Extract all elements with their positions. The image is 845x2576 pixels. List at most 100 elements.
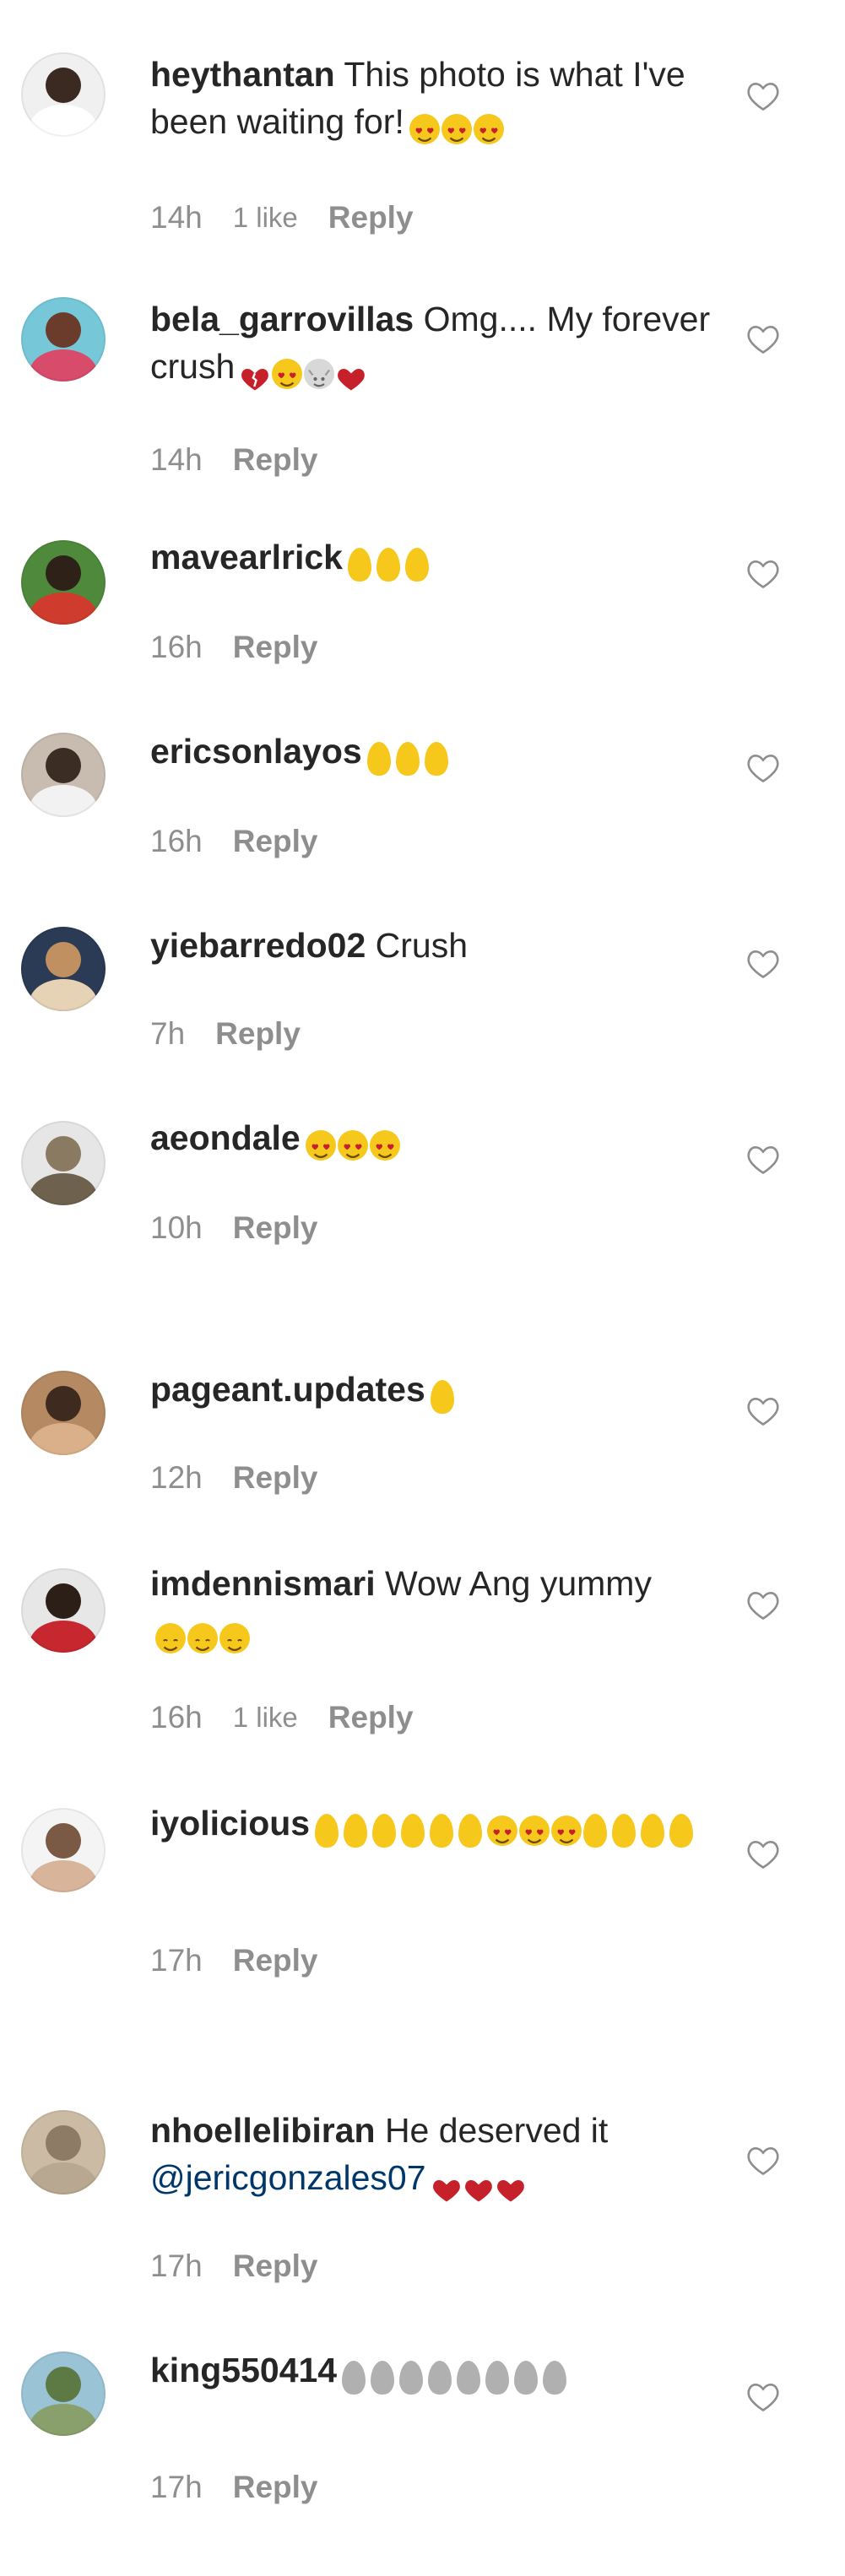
woman-portrait-avatar[interactable]: [21, 1371, 106, 1455]
yellow-hand-emoji: [583, 1814, 608, 1848]
woman-portrait-avatar[interactable]: [21, 1808, 106, 1892]
comment-username[interactable]: imdennismari: [150, 1564, 376, 1603]
heart-eyes-emoji: [551, 1816, 582, 1847]
gray-hand-emoji: [428, 2361, 452, 2395]
comment-username[interactable]: bela_garrovillas: [150, 300, 414, 338]
gray-hand-emoji: [457, 2361, 481, 2395]
heart-eyes-emoji: [519, 1816, 550, 1847]
heart-eyes-emoji: [473, 114, 504, 145]
heart-outline-icon: [747, 1397, 779, 1426]
heart-eyes-emoji: [409, 114, 440, 145]
smiling-cat-emoji: [304, 359, 335, 390]
red-heart-emoji: [431, 2170, 462, 2202]
like-heart-button[interactable]: [743, 750, 783, 787]
eiffel-tower-avatar[interactable]: [21, 1121, 106, 1205]
comment-timestamp: 16h: [150, 1700, 203, 1734]
comment-text: aeondale: [150, 1114, 724, 1166]
yellow-hand-emoji: [347, 548, 371, 582]
comment-meta: 16h Reply: [150, 820, 318, 863]
yellow-hand-emoji: [376, 548, 400, 582]
like-heart-button[interactable]: [743, 2142, 783, 2179]
comment-body: Crush: [375, 926, 469, 965]
like-heart-button[interactable]: [743, 555, 783, 593]
heart-eyes-emoji: [369, 1130, 400, 1161]
comment-timestamp: 16h: [150, 630, 203, 664]
heart-outline-icon: [747, 950, 779, 979]
comment-timestamp: 14h: [150, 442, 203, 477]
heart-outline-icon: [747, 2146, 779, 2176]
reply-button[interactable]: Reply: [328, 1697, 414, 1739]
reply-button[interactable]: Reply: [233, 626, 318, 668]
smiling-face-emoji: [219, 1623, 250, 1654]
reply-button[interactable]: Reply: [233, 439, 318, 481]
comment-username[interactable]: ericsonlayos: [150, 732, 362, 771]
heart-eyes-emoji: [305, 1130, 336, 1161]
comment-mention-link[interactable]: @jericgonzales07: [150, 2158, 426, 2197]
comment-like-count[interactable]: 1 like: [233, 197, 298, 239]
man-portrait-avatar[interactable]: [21, 52, 106, 137]
gray-hand-emoji: [399, 2361, 424, 2395]
smiling-face-emoji: [187, 1623, 218, 1654]
man-red-shirt-avatar[interactable]: [21, 1568, 106, 1653]
emoji-group: [155, 1612, 252, 1659]
comment-meta: 14h Reply: [150, 439, 318, 481]
woman-portrait-avatar[interactable]: [21, 297, 106, 382]
yellow-hand-emoji: [395, 742, 420, 777]
heart-outline-icon: [747, 754, 779, 783]
comment-meta: 7h Reply: [150, 1013, 301, 1055]
like-heart-button[interactable]: [743, 945, 783, 982]
emoji-group: [430, 1371, 459, 1418]
yellow-hand-emoji: [430, 1814, 454, 1848]
landscape-avatar[interactable]: [21, 2351, 106, 2436]
comment-text: yiebarredo02 Crush: [150, 922, 724, 969]
emoji-group: [342, 2351, 571, 2399]
reply-button[interactable]: Reply: [215, 1013, 301, 1055]
reply-button[interactable]: Reply: [233, 1457, 318, 1499]
gray-hand-emoji: [371, 2361, 395, 2395]
heart-eyes-emoji: [337, 1130, 368, 1161]
comment-text: ericsonlayos: [150, 728, 724, 780]
reply-button[interactable]: Reply: [233, 2466, 318, 2508]
reply-button[interactable]: Reply: [233, 2245, 318, 2287]
comment-username[interactable]: king550414: [150, 2351, 337, 2389]
reply-button[interactable]: Reply: [233, 820, 318, 863]
heart-eyes-emoji: [487, 1816, 518, 1847]
photo-frame-avatar[interactable]: [21, 927, 106, 1011]
comment-username[interactable]: yiebarredo02: [150, 926, 366, 965]
smiling-face-emoji: [155, 1623, 186, 1654]
like-heart-button[interactable]: [743, 2378, 783, 2416]
reply-button[interactable]: Reply: [233, 1207, 318, 1249]
like-heart-button[interactable]: [743, 78, 783, 115]
comment-username[interactable]: iyolicious: [150, 1804, 310, 1843]
comment-username[interactable]: mavearlrick: [150, 538, 343, 576]
comment-username[interactable]: nhoellelibiran: [150, 2111, 376, 2150]
comment-meta: 14h 1 like Reply: [150, 197, 414, 239]
comment-like-count[interactable]: 1 like: [233, 1697, 298, 1739]
heart-eyes-emoji: [272, 359, 303, 390]
heart-outline-icon: [747, 1591, 779, 1621]
comment-text: king550414: [150, 2346, 724, 2399]
comment-username[interactable]: pageant.updates: [150, 1370, 425, 1409]
comment-meta: 10h Reply: [150, 1207, 318, 1249]
reply-button[interactable]: Reply: [328, 197, 414, 239]
man-portrait-avatar[interactable]: [21, 733, 106, 817]
like-heart-button[interactable]: [743, 321, 783, 358]
comment-timestamp: 14h: [150, 200, 203, 235]
emoji-group: [366, 733, 453, 780]
gray-hand-emoji: [543, 2361, 567, 2395]
comment-username[interactable]: aeondale: [150, 1118, 301, 1157]
like-heart-button[interactable]: [743, 1836, 783, 1873]
emoji-group: [347, 538, 434, 586]
man-red-shirt-avatar[interactable]: [21, 540, 106, 625]
comment-timestamp: 7h: [150, 1016, 186, 1051]
like-heart-button[interactable]: [743, 1141, 783, 1178]
like-heart-button[interactable]: [743, 1393, 783, 1430]
comment-text: pageant.updates: [150, 1366, 724, 1418]
like-heart-button[interactable]: [743, 1587, 783, 1624]
gray-hand-emoji: [514, 2361, 539, 2395]
emoji-group: [315, 1805, 698, 1852]
yellow-hand-emoji: [315, 1814, 339, 1848]
comment-username[interactable]: heythantan: [150, 55, 335, 94]
blurred-portrait-avatar[interactable]: [21, 2110, 106, 2194]
reply-button[interactable]: Reply: [233, 1940, 318, 1982]
